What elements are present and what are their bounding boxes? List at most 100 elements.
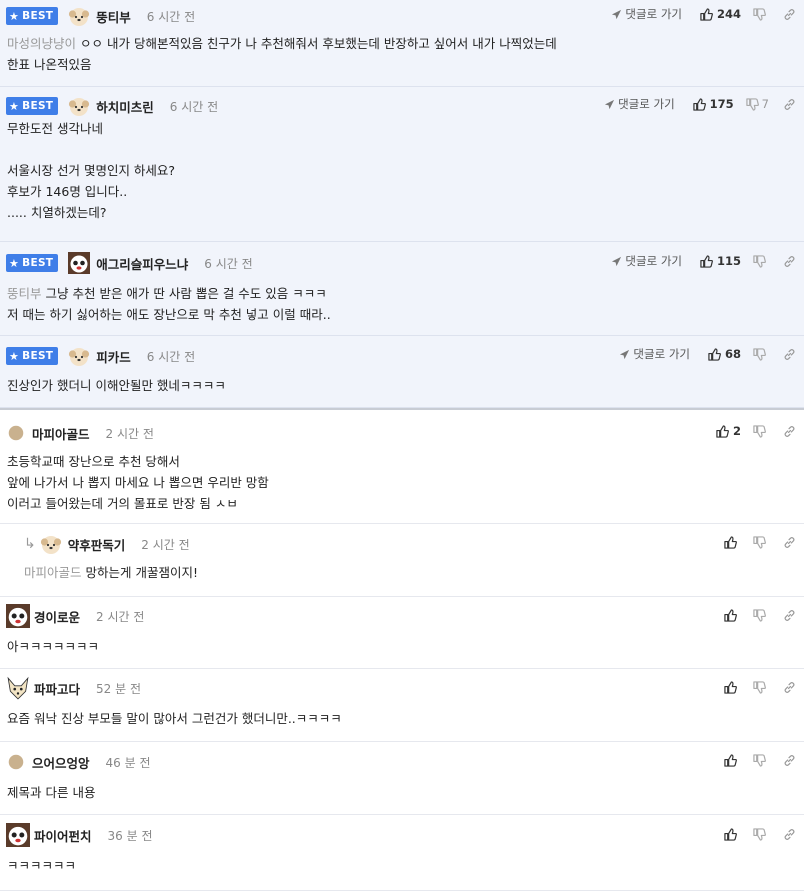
reply-arrow-icon [619,349,630,360]
like-button[interactable] [724,536,741,549]
comment-item: 마피아골드 2 시간 전 2 초등학교때 장난으로 추천 당해서 앞에 나가서 … [0,408,804,524]
mention-nick[interactable]: 마성의냥냥이 [7,36,76,51]
go-to-reply-link[interactable]: 댓글로 가기 [604,96,675,112]
thumbs-down-icon [753,536,766,549]
avatar[interactable] [40,533,62,555]
permalink-button[interactable] [783,98,796,111]
like-count: 68 [724,347,741,361]
comment-item: ★ BEST 피카드 6 시간 전 댓글로 가기 68 진상인가 했더니 이해안될… [0,336,804,408]
like-button[interactable] [724,609,741,622]
dislike-button[interactable]: 7 [746,97,769,111]
dislike-button[interactable] [753,8,769,21]
permalink-button[interactable] [783,681,796,694]
like-button[interactable]: 2 [716,424,741,438]
dislike-button[interactable] [753,754,769,767]
permalink-button[interactable] [783,425,796,438]
like-button[interactable]: 68 [708,347,741,361]
go-to-reply-link[interactable]: 댓글로 가기 [611,253,682,269]
comment-body: 무한도전 생각나네 서울시장 선거 몇명인지 하세요? 후보가 146명 입니다… [7,121,176,220]
author-nick[interactable]: 약후판독기 [68,535,126,554]
author-nick[interactable]: 경이로운 [34,607,80,626]
thumbs-up-icon [724,828,737,841]
comment-body: 진상인가 했더니 이해안될만 했네ㅋㅋㅋㅋ [7,378,226,393]
avatar[interactable] [68,5,90,27]
like-button[interactable]: 244 [700,7,741,21]
dislike-button[interactable] [753,609,769,622]
avatar[interactable] [6,823,30,847]
like-button[interactable] [724,828,741,841]
thumbs-up-icon [724,609,737,622]
comment-body: ㅋㅋㅋㅋㅋㅋ [7,858,77,873]
dislike-button[interactable] [753,681,769,694]
permalink-button[interactable] [783,828,796,841]
author-nick[interactable]: 애그리슬피우느냐 [96,254,188,273]
link-icon [783,255,796,268]
avatar[interactable] [6,752,26,772]
avatar[interactable] [68,252,90,274]
comment-item: ★ BEST 하치미츠린 6 시간 전 댓글로 가기 175 7 무한도전 생각나… [0,87,804,242]
link-icon [783,348,796,361]
like-button[interactable]: 175 [693,97,734,111]
comment-time: 2 시간 전 [96,609,145,624]
star-icon: ★ [9,9,20,23]
dislike-button[interactable] [753,828,769,841]
like-button[interactable] [724,754,741,767]
comment-body: 뚱티부 그냥 추천 받은 애가 딴 사람 뽑은 걸 수도 있음 ㅋㅋㅋ 저 때는 … [7,286,331,322]
thumbs-up-icon [724,536,737,549]
mention-nick[interactable]: 뚱티부 [7,286,42,301]
author-nick[interactable]: 하치미츠린 [96,97,154,116]
avatar[interactable] [6,604,30,628]
author-nick[interactable]: 뚱티부 [96,7,131,26]
link-icon [783,828,796,841]
avatar[interactable] [68,345,90,367]
author-nick[interactable]: 파파고다 [34,679,80,698]
permalink-button[interactable] [783,609,796,622]
thumbs-up-icon [708,348,721,361]
go-to-reply-link[interactable]: 댓글로 가기 [611,6,682,22]
dislike-button[interactable] [753,348,769,361]
author-nick[interactable]: 마피아골드 [32,424,90,443]
permalink-button[interactable] [783,536,796,549]
comment-body: 마피아골드 망하는게 개꿀잼이지! [24,565,199,580]
comment-time: 36 분 전 [107,828,153,843]
like-count: 244 [716,7,741,21]
permalink-button[interactable] [783,754,796,767]
avatar[interactable] [68,95,90,117]
best-badge: ★ BEST [6,347,59,365]
best-badge: ★ BEST [6,7,59,25]
reply-arrow-icon [611,256,622,267]
comment-time: 52 분 전 [96,681,141,696]
dislike-button[interactable] [753,425,769,438]
mention-nick[interactable]: 마피아골드 [24,565,82,580]
comment-time: 2 시간 전 [105,426,154,441]
comment-item: 경이로운 2 시간 전 아ㅋㅋㅋㅋㅋㅋㅋ [0,597,804,669]
comment-time: 6 시간 전 [146,349,196,364]
avatar[interactable] [6,676,30,700]
go-to-reply-link[interactable]: 댓글로 가기 [619,346,690,362]
like-count: 175 [709,97,734,111]
avatar[interactable] [6,423,26,443]
permalink-button[interactable] [783,255,796,268]
like-button[interactable]: 115 [700,254,741,268]
like-button[interactable] [724,681,741,694]
permalink-button[interactable] [783,8,796,21]
author-nick[interactable]: 으어으엉앙 [32,753,90,772]
comment-time: 46 분 전 [105,755,151,770]
author-nick[interactable]: 피카드 [96,347,131,366]
comment-body: 마성의냥냥이 ㅇㅇ 내가 당해본적있음 친구가 나 추천해줘서 후보했는데 반장하… [7,36,557,72]
thumbs-up-icon [700,8,713,21]
author-nick[interactable]: 파이어펀치 [34,826,92,845]
dislike-button[interactable] [753,536,769,549]
thumbs-down-icon [753,609,766,622]
link-icon [783,609,796,622]
link-icon [783,754,796,767]
dislike-button[interactable] [753,255,769,268]
permalink-button[interactable] [783,348,796,361]
thumbs-up-icon [700,255,713,268]
comment-time: 6 시간 전 [169,99,219,114]
link-icon [783,98,796,111]
thumbs-down-icon [753,348,766,361]
thumbs-down-icon [753,8,766,21]
comment-time: 6 시간 전 [204,256,253,271]
comment-item: ★ BEST 뚱티부 6 시간 전 댓글로 가기 244 마성의냥냥이 ㅇㅇ 내가 … [0,0,804,87]
